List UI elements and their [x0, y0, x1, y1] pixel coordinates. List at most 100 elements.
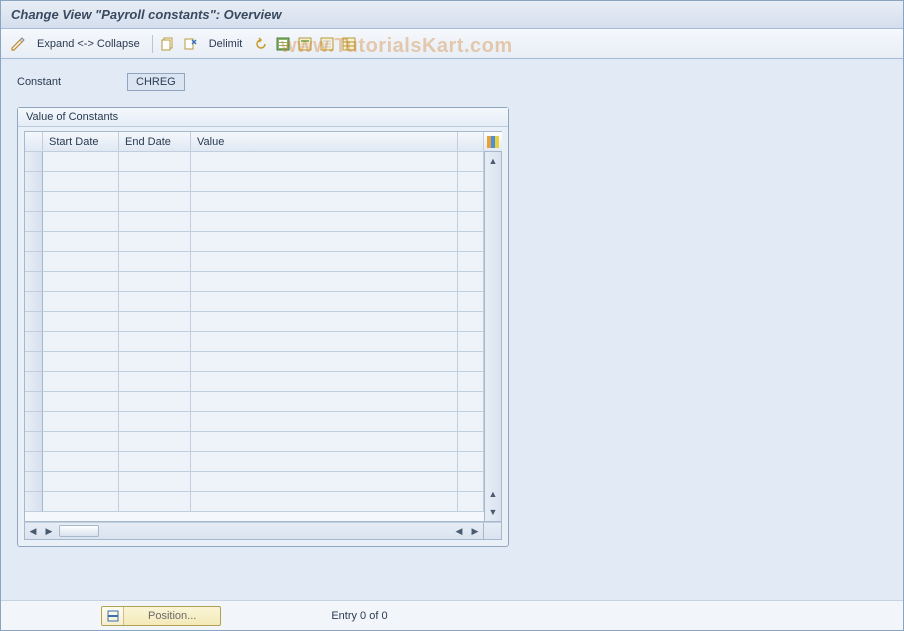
row-select-handle[interactable] — [25, 492, 43, 512]
cell-value[interactable] — [191, 272, 458, 292]
cell-end-date[interactable] — [119, 252, 191, 272]
cell-value[interactable] — [191, 232, 458, 252]
row-select-handle[interactable] — [25, 152, 43, 172]
undo-change-icon[interactable] — [252, 35, 270, 53]
table-row[interactable] — [25, 452, 484, 472]
scroll-down-icon[interactable]: ▲ — [485, 486, 501, 502]
cell-value[interactable] — [191, 152, 458, 172]
cell-value[interactable] — [191, 252, 458, 272]
row-select-handle[interactable] — [25, 192, 43, 212]
cell-start-date[interactable] — [43, 172, 119, 192]
row-select-handle[interactable] — [25, 372, 43, 392]
expand-collapse-button[interactable]: Expand <-> Collapse — [31, 36, 146, 52]
column-header-end-date[interactable]: End Date — [119, 132, 191, 152]
cell-value[interactable] — [191, 392, 458, 412]
scroll-up-icon[interactable]: ▲ — [485, 153, 501, 169]
row-select-handle[interactable] — [25, 272, 43, 292]
cell-start-date[interactable] — [43, 232, 119, 252]
table-row[interactable] — [25, 232, 484, 252]
cell-end-date[interactable] — [119, 192, 191, 212]
cell-end-date[interactable] — [119, 152, 191, 172]
cell-start-date[interactable] — [43, 332, 119, 352]
cell-end-date[interactable] — [119, 172, 191, 192]
cell-value[interactable] — [191, 172, 458, 192]
cell-value[interactable] — [191, 412, 458, 432]
cell-end-date[interactable] — [119, 312, 191, 332]
cell-value[interactable] — [191, 212, 458, 232]
cell-start-date[interactable] — [43, 272, 119, 292]
cell-end-date[interactable] — [119, 332, 191, 352]
cell-start-date[interactable] — [43, 192, 119, 212]
select-all-icon[interactable] — [274, 35, 292, 53]
row-select-handle[interactable] — [25, 232, 43, 252]
cell-value[interactable] — [191, 292, 458, 312]
cell-value[interactable] — [191, 452, 458, 472]
toggle-display-change-icon[interactable] — [9, 35, 27, 53]
row-select-handle[interactable] — [25, 392, 43, 412]
row-select-handle[interactable] — [25, 452, 43, 472]
row-select-handle[interactable] — [25, 352, 43, 372]
cell-start-date[interactable] — [43, 392, 119, 412]
hscroll-thumb[interactable] — [59, 525, 99, 537]
cell-start-date[interactable] — [43, 452, 119, 472]
horizontal-scrollbar[interactable]: ◀ ▶ ◀ ▶ — [24, 522, 502, 540]
table-row[interactable] — [25, 172, 484, 192]
table-row[interactable] — [25, 352, 484, 372]
row-select-handle[interactable] — [25, 432, 43, 452]
cell-end-date[interactable] — [119, 372, 191, 392]
table-settings-icon[interactable] — [340, 35, 358, 53]
scroll-right-end-icon[interactable]: ▶ — [467, 523, 483, 539]
cell-end-date[interactable] — [119, 292, 191, 312]
scroll-left-icon[interactable]: ◀ — [25, 523, 41, 539]
row-select-handle[interactable] — [25, 292, 43, 312]
cell-start-date[interactable] — [43, 492, 119, 512]
cell-value[interactable] — [191, 352, 458, 372]
column-header-start-date[interactable]: Start Date — [43, 132, 119, 152]
select-all-rows-handle[interactable] — [25, 132, 43, 152]
cell-end-date[interactable] — [119, 212, 191, 232]
table-row[interactable] — [25, 252, 484, 272]
cell-start-date[interactable] — [43, 432, 119, 452]
table-row[interactable] — [25, 272, 484, 292]
table-row[interactable] — [25, 212, 484, 232]
scroll-left-end-icon[interactable]: ◀ — [451, 523, 467, 539]
cell-value[interactable] — [191, 372, 458, 392]
deselect-all-icon[interactable] — [318, 35, 336, 53]
cell-value[interactable] — [191, 492, 458, 512]
delete-icon[interactable] — [181, 35, 199, 53]
cell-start-date[interactable] — [43, 292, 119, 312]
cell-start-date[interactable] — [43, 252, 119, 272]
row-select-handle[interactable] — [25, 472, 43, 492]
row-select-handle[interactable] — [25, 172, 43, 192]
table-row[interactable] — [25, 432, 484, 452]
cell-value[interactable] — [191, 472, 458, 492]
table-row[interactable] — [25, 392, 484, 412]
table-row[interactable] — [25, 332, 484, 352]
table-row[interactable] — [25, 492, 484, 512]
row-select-handle[interactable] — [25, 332, 43, 352]
cell-end-date[interactable] — [119, 432, 191, 452]
table-row[interactable] — [25, 292, 484, 312]
cell-value[interactable] — [191, 432, 458, 452]
cell-end-date[interactable] — [119, 232, 191, 252]
configure-columns-icon[interactable] — [484, 132, 502, 152]
table-row[interactable] — [25, 152, 484, 172]
cell-start-date[interactable] — [43, 312, 119, 332]
table-row[interactable] — [25, 372, 484, 392]
table-row[interactable] — [25, 312, 484, 332]
row-select-handle[interactable] — [25, 252, 43, 272]
position-button[interactable]: Position... — [101, 606, 221, 626]
cell-start-date[interactable] — [43, 412, 119, 432]
cell-value[interactable] — [191, 332, 458, 352]
row-select-handle[interactable] — [25, 412, 43, 432]
cell-start-date[interactable] — [43, 472, 119, 492]
cell-end-date[interactable] — [119, 392, 191, 412]
cell-start-date[interactable] — [43, 372, 119, 392]
cell-start-date[interactable] — [43, 352, 119, 372]
row-select-handle[interactable] — [25, 212, 43, 232]
column-header-value[interactable]: Value — [191, 132, 458, 152]
delimit-button[interactable]: Delimit — [203, 36, 249, 52]
cell-end-date[interactable] — [119, 412, 191, 432]
cell-end-date[interactable] — [119, 352, 191, 372]
cell-end-date[interactable] — [119, 272, 191, 292]
